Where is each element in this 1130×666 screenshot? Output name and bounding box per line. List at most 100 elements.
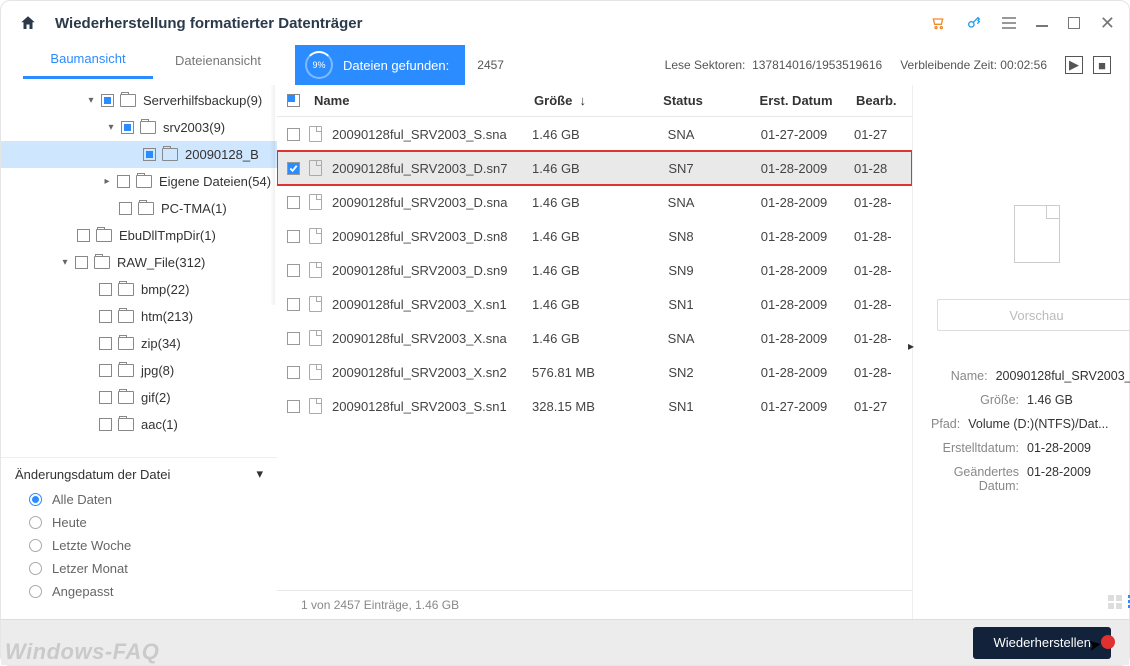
column-size[interactable]: Größe ↓ (534, 93, 630, 108)
meta-modified-value: 01-28-2009 (1027, 465, 1130, 493)
window-title: Wiederherstellung formatierter Datenträg… (55, 15, 930, 32)
meta-name-value: 20090128ful_SRV2003_... (996, 369, 1130, 383)
tree-node-serverhilfsbackup[interactable]: ▾Serverhilfsbackup(9) (1, 87, 277, 114)
filter-last-month[interactable]: Letzer Monat (29, 561, 263, 576)
tree-node-gif[interactable]: gif(2) (1, 384, 277, 411)
tree-node-htm[interactable]: htm(213) (1, 303, 277, 330)
preview-panel: Vorschau Name: 20090128ful_SRV2003_... Gr… (912, 85, 1130, 619)
meta-path-value: Volume (D:)(NTFS)/Dat... (968, 417, 1108, 431)
meta-modified-label: Geändertes Datum: (931, 465, 1019, 493)
preview-button[interactable]: Vorschau (937, 299, 1130, 331)
tree-node-ebudlltmpdir[interactable]: EbuDllTmpDir(1) (1, 222, 277, 249)
file-icon (309, 330, 322, 346)
file-list-panel: Name Größe ↓ Status Erst. Datum Bearb. 2… (277, 85, 912, 619)
stop-button[interactable]: ■ (1093, 56, 1111, 74)
file-icon (309, 364, 322, 380)
tree-node-srv2003[interactable]: ▾srv2003(9) (1, 114, 277, 141)
files-found-label: Dateien gefunden: (343, 58, 449, 73)
progress-ring-icon: 9% (305, 51, 333, 79)
filter-title: Änderungsdatum der Datei (15, 467, 170, 482)
table-body: 20090128ful_SRV2003_S.sna1.46 GBSNA01-27… (277, 117, 912, 590)
row-checkbox[interactable] (287, 366, 300, 379)
tree-node-20090128-b[interactable]: 20090128_B (1, 141, 277, 168)
meta-size-value: 1.46 GB (1027, 393, 1130, 407)
play-button[interactable]: ▶ (1065, 56, 1083, 74)
tree-node-bmp[interactable]: bmp(22) (1, 276, 277, 303)
row-checkbox[interactable] (287, 230, 300, 243)
menu-icon[interactable] (1002, 17, 1016, 29)
file-icon (309, 228, 322, 244)
row-checkbox[interactable] (287, 298, 300, 311)
filter-last-week[interactable]: Letzte Woche (29, 538, 263, 553)
file-icon (309, 126, 322, 142)
table-row[interactable]: 20090128ful_SRV2003_S.sn1328.15 MBSN101-… (277, 389, 912, 423)
list-footer: 1 von 2457 Einträge, 1.46 GB (277, 590, 912, 619)
files-found-count: 2457 (477, 58, 504, 72)
meta-created-value: 01-28-2009 (1027, 441, 1130, 455)
scroll-right-icon[interactable]: ▸ (908, 339, 914, 353)
folder-tree[interactable]: ▾Serverhilfsbackup(9) ▾srv2003(9) 200901… (1, 85, 277, 457)
table-row[interactable]: 20090128ful_SRV2003_S.sna1.46 GBSNA01-27… (277, 117, 912, 151)
row-checkbox[interactable] (287, 162, 300, 175)
filter-all[interactable]: Alle Daten (29, 492, 263, 507)
table-row[interactable]: 20090128ful_SRV2003_X.sna1.46 GBSNA01-28… (277, 321, 912, 355)
sectors-label: Lese Sektoren: 137814016/1953519616 (665, 58, 883, 72)
tree-node-pc-tma[interactable]: PC-TMA(1) (1, 195, 277, 222)
file-icon (309, 194, 322, 210)
row-checkbox[interactable] (287, 196, 300, 209)
file-icon (309, 160, 322, 176)
scan-progress: 9% Dateien gefunden: (295, 45, 465, 85)
filter-panel: Änderungsdatum der Datei ▾ Alle Daten Heu… (1, 457, 277, 619)
tabs-row: Baumansicht Dateienansicht 9% Dateien ge… (1, 45, 1129, 85)
column-created[interactable]: Erst. Datum (736, 93, 856, 108)
home-icon[interactable] (19, 14, 37, 32)
cursor-icon: ➤ (1086, 633, 1103, 655)
minimize-button[interactable] (1036, 25, 1048, 27)
tree-node-eigene-dateien[interactable]: ▸Eigene Dateien(54) (1, 168, 277, 195)
cart-icon[interactable] (930, 15, 946, 31)
row-checkbox[interactable] (287, 128, 300, 141)
recover-button[interactable]: Wiederherstellen ➤ (973, 627, 1111, 659)
table-row[interactable]: 20090128ful_SRV2003_D.sna1.46 GBSNA01-28… (277, 185, 912, 219)
watermark: Windows-FAQ (5, 639, 159, 665)
key-icon[interactable] (966, 15, 982, 31)
column-status[interactable]: Status (630, 93, 736, 108)
tree-node-jpg[interactable]: jpg(8) (1, 357, 277, 384)
file-icon (309, 262, 322, 278)
meta-created-label: Erstelltdatum: (931, 441, 1019, 455)
footer-bar: Windows-FAQ Wiederherstellen ➤ (1, 619, 1129, 665)
tab-file-view[interactable]: Dateienansicht (153, 53, 283, 78)
meta-path-label: Pfad: (931, 417, 960, 431)
file-icon (309, 296, 322, 312)
table-row[interactable]: 20090128ful_SRV2003_X.sn2576.81 MBSN201-… (277, 355, 912, 389)
row-checkbox[interactable] (287, 400, 300, 413)
tree-node-aac[interactable]: aac(1) (1, 411, 277, 438)
file-icon (309, 398, 322, 414)
close-button[interactable]: ✕ (1100, 17, 1115, 29)
title-bar: Wiederherstellung formatierter Datenträg… (1, 1, 1129, 45)
chevron-down-icon[interactable]: ▾ (257, 466, 264, 482)
column-name[interactable]: Name (310, 93, 534, 108)
row-checkbox[interactable] (287, 332, 300, 345)
table-row[interactable]: 20090128ful_SRV2003_D.sn91.46 GBSN901-28… (277, 253, 912, 287)
row-checkbox[interactable] (287, 264, 300, 277)
maximize-button[interactable] (1068, 17, 1080, 29)
preview-placeholder-icon (1014, 205, 1060, 263)
filter-today[interactable]: Heute (29, 515, 263, 530)
sidebar: ▾Serverhilfsbackup(9) ▾srv2003(9) 200901… (1, 85, 277, 619)
meta-size-label: Größe: (931, 393, 1019, 407)
table-row[interactable]: 20090128ful_SRV2003_X.sn11.46 GBSN101-28… (277, 287, 912, 321)
main-area: ▾Serverhilfsbackup(9) ▾srv2003(9) 200901… (1, 85, 1129, 619)
tab-tree-view[interactable]: Baumansicht (23, 51, 153, 79)
meta-name-label: Name: (931, 369, 988, 383)
filter-custom[interactable]: Angepasst (29, 584, 263, 599)
tree-node-raw-file[interactable]: ▾RAW_File(312) (1, 249, 277, 276)
select-all-checkbox[interactable] (287, 94, 300, 107)
table-row[interactable]: 20090128ful_SRV2003_D.sn81.46 GBSN801-28… (277, 219, 912, 253)
grid-view-icon[interactable] (1108, 595, 1122, 609)
table-header: Name Größe ↓ Status Erst. Datum Bearb. (277, 85, 912, 117)
column-modified[interactable]: Bearb. (856, 93, 912, 108)
tree-node-zip[interactable]: zip(34) (1, 330, 277, 357)
table-row[interactable]: 20090128ful_SRV2003_D.sn71.46 GBSN701-28… (277, 151, 912, 185)
badge-dot-icon (1101, 635, 1115, 649)
